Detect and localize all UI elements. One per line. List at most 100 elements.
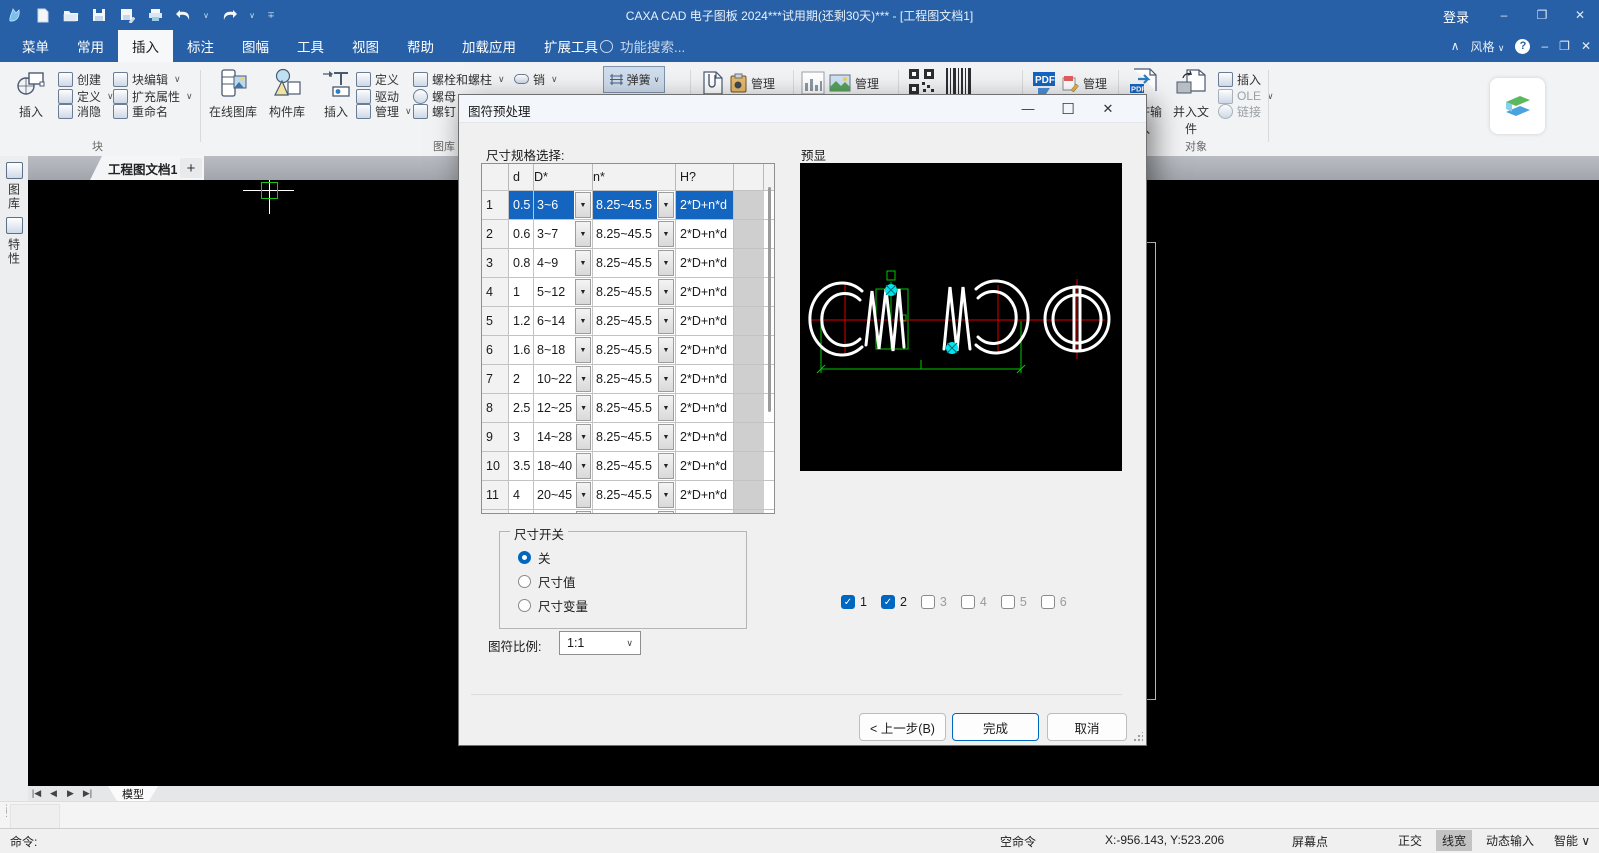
table-row[interactable]: 4 1 5~12 ▼ 8.25~45.5 ▼ 2*D+n*d xyxy=(482,278,774,307)
table-combo-value[interactable]: 5~12 xyxy=(534,278,574,306)
menu-tab-8[interactable]: 帮助 xyxy=(393,30,448,62)
combo-arrow-icon[interactable]: ▼ xyxy=(658,192,674,218)
H-cell[interactable]: 2*D+n*d xyxy=(676,249,734,277)
table-row[interactable]: 11 4 20~45 ▼ 8.25~45.5 ▼ 2*D+n*d xyxy=(482,481,774,510)
new-tab-button[interactable]: + xyxy=(180,158,202,178)
combo-arrow-icon[interactable]: ▼ xyxy=(576,453,591,479)
n-cell[interactable]: 8.25~45.5▼ xyxy=(593,278,676,306)
n-cell[interactable]: 8.25~45.5▼ xyxy=(593,336,676,364)
assistant-logo-icon[interactable] xyxy=(1490,78,1545,134)
menu-tab-3[interactable]: 插入 xyxy=(118,30,173,62)
combo-arrow-icon[interactable]: ▼ xyxy=(576,482,591,508)
row-number-cell[interactable]: 2 xyxy=(482,220,509,248)
dialog-maximize-button[interactable]: ☐ xyxy=(1048,95,1088,122)
filler-cell[interactable] xyxy=(734,481,764,509)
checkbox-icon[interactable]: ✓ xyxy=(880,595,895,609)
H-cell[interactable]: 2*D+n*d xyxy=(676,278,734,306)
d-cell[interactable]: 2.5 xyxy=(509,394,534,422)
row-number-cell[interactable]: 7 xyxy=(482,365,509,393)
block-insert-button[interactable]: 插入 xyxy=(5,68,57,120)
radio-icon[interactable] xyxy=(518,575,531,588)
table-combo-value[interactable]: 14~28 xyxy=(534,423,576,451)
d-cell[interactable]: 0.5 xyxy=(509,191,534,219)
function-search[interactable]: 功能搜索... xyxy=(600,30,685,62)
table-row[interactable]: 9 3 14~28 ▼ 8.25~45.5 ▼ 2*D+n*d xyxy=(482,423,774,452)
symbol-scale-select[interactable]: 1:1 ∨ xyxy=(559,631,641,655)
checkbox-icon[interactable] xyxy=(1000,595,1015,609)
table-combo-value[interactable]: 4~9 xyxy=(534,249,574,277)
checkbox-icon[interactable] xyxy=(1040,595,1055,609)
block-edit-button[interactable]: 块编辑 xyxy=(113,71,181,87)
D-cell[interactable]: 3~6 ▼ xyxy=(534,191,593,219)
table-row[interactable]: 3 0.8 4~9 ▼ 8.25~45.5 ▼ 2*D+n*d xyxy=(482,249,774,278)
D-cell[interactable]: 10~22 ▼ xyxy=(534,365,593,393)
table-row[interactable]: 5 1.2 6~14 ▼ 8.25~45.5 ▼ 2*D+n*d xyxy=(482,307,774,336)
sheet-nav-first-icon[interactable]: |◀ xyxy=(28,788,45,799)
table-combo-value[interactable]: 8.25~45.5 xyxy=(593,452,657,480)
combo-arrow-icon[interactable]: ▼ xyxy=(658,511,674,513)
checkbox-icon[interactable] xyxy=(920,595,935,609)
row-number-cell[interactable]: 8 xyxy=(482,394,509,422)
online-library-button[interactable]: 在线图库 xyxy=(207,68,259,120)
table-combo-value[interactable]: 10~22 xyxy=(534,365,576,393)
filler-cell[interactable] xyxy=(734,278,764,306)
n-cell[interactable]: 8.25~45.5▼ xyxy=(593,220,676,248)
d-cell[interactable]: 3.5 xyxy=(509,452,534,480)
table-combo-value[interactable]: 8.25~45.5 xyxy=(593,365,657,393)
filler-cell[interactable] xyxy=(734,220,764,248)
d-cell[interactable]: 4 xyxy=(509,481,534,509)
spec-table[interactable]: d D* n* H? 1 0.5 3~6 ▼ 8.25~45.5 ▼ 2*D+n*d 2 0.6 3~7 ▼… xyxy=(481,163,775,514)
mdi-restore-icon[interactable]: ❐ xyxy=(1559,39,1570,53)
ribbon-collapse-icon[interactable]: ∧ xyxy=(1451,39,1460,53)
d-cell[interactable]: 1 xyxy=(509,278,534,306)
object-insert-button[interactable]: 插入 xyxy=(1218,71,1261,87)
table-combo-value[interactable]: 12~25 xyxy=(534,394,576,422)
menu-tab-7[interactable]: 视图 xyxy=(338,30,393,62)
table-header[interactable]: n* xyxy=(593,164,676,190)
view-checkbox-2[interactable]: ✓ 2 xyxy=(880,595,907,609)
row-number-cell[interactable]: 10 xyxy=(482,452,509,480)
table-row[interactable]: 2 0.6 3~7 ▼ 8.25~45.5 ▼ 2*D+n*d xyxy=(482,220,774,249)
table-combo-value[interactable]: 20~45 xyxy=(534,481,576,509)
filler-cell[interactable] xyxy=(734,365,764,393)
table-header[interactable] xyxy=(482,164,509,190)
attachment-manage-button[interactable]: 管理 xyxy=(700,70,775,96)
table-combo-value[interactable]: 8.25~45.5 xyxy=(593,278,657,306)
filler-cell[interactable] xyxy=(734,249,764,277)
table-header[interactable]: H? xyxy=(676,164,734,190)
H-cell[interactable]: 2*D+n*d xyxy=(676,510,734,513)
bolt-stud-button[interactable]: 螺栓和螺柱 xyxy=(413,71,505,87)
combo-arrow-icon[interactable]: ▼ xyxy=(658,453,674,479)
row-number-cell[interactable]: 1 xyxy=(482,191,509,219)
finish-button[interactable]: 完成 xyxy=(952,713,1039,741)
lib-manage-button[interactable]: 管理 xyxy=(356,103,412,119)
component-library-button[interactable]: 构件库 xyxy=(261,68,313,120)
spring-button[interactable]: 弹簧 ∨ xyxy=(603,66,665,93)
table-combo-value[interactable]: 18~40 xyxy=(534,452,576,480)
table-combo-value[interactable]: 8.25~45.5 xyxy=(593,481,657,509)
table-combo-value[interactable]: 8.25~45.5 xyxy=(593,307,657,335)
library-insert-button[interactable]: 插入 xyxy=(310,68,362,120)
filler-cell[interactable] xyxy=(734,423,764,451)
rename-button[interactable]: 重命名 xyxy=(113,103,168,119)
d-cell[interactable]: 3 xyxy=(509,423,534,451)
menu-tab-4[interactable]: 标注 xyxy=(173,30,228,62)
command-panel[interactable]: ⋮ ⋮ xyxy=(0,801,1599,829)
window-close-button[interactable]: ✕ xyxy=(1561,0,1599,30)
view-checkbox-1[interactable]: ✓ 1 xyxy=(841,595,867,609)
window-restore-button[interactable]: ❐ xyxy=(1523,0,1561,30)
sheet-nav-next-icon[interactable]: ▶ xyxy=(62,788,79,799)
table-scrollbar[interactable] xyxy=(768,187,771,412)
status-toggle-智能[interactable]: 智能 ∨ xyxy=(1548,830,1596,851)
sheet-nav-last-icon[interactable]: ▶| xyxy=(79,788,96,799)
n-cell[interactable]: 8.25~45.5▼ xyxy=(593,452,676,480)
checkbox-icon[interactable] xyxy=(960,595,975,609)
d-cell[interactable]: 1.2 xyxy=(509,307,534,335)
pdf-manage-button[interactable]: PDF 管理 xyxy=(1032,70,1107,96)
dialog-title-bar[interactable]: 图符预处理 — ☐ ✕ xyxy=(459,95,1146,123)
block-create-button[interactable]: 创建 xyxy=(58,71,101,87)
n-cell[interactable]: 8.25~45.5▼ xyxy=(593,307,676,335)
table-combo-value[interactable]: 8.25~45.5 xyxy=(593,336,657,364)
table-combo-value[interactable]: 8.25~45.5 xyxy=(593,191,657,219)
table-row[interactable]: 7 2 10~22 ▼ 8.25~45.5 ▼ 2*D+n*d xyxy=(482,365,774,394)
